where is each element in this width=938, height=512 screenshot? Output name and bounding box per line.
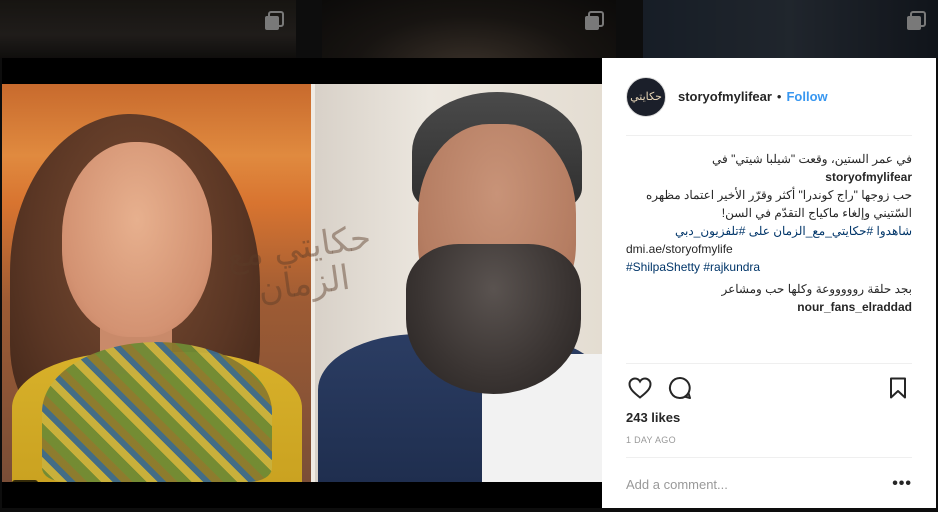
caption-line: حب زوجها "راج كوندرا" أكثر وقرّر الأخير … [646,188,912,202]
add-comment-row: ••• [626,458,912,510]
grid-post-thumbnail[interactable] [643,0,938,58]
post-caption: في عمر الستين، وقعت "شيلبا شيتي" في stor… [626,150,912,276]
post-image[interactable]: حكايتي مع الزمان [2,84,602,482]
caption-line: السّتيني وإلغاء ماكياج التقدّم في السن! [721,206,912,220]
comment-icon [668,376,691,399]
avatar-logo-text: حكايتي [630,90,662,103]
add-comment-input[interactable] [626,476,888,492]
man-beard [406,244,581,394]
comments-section: في عمر الستين، وقعت "شيلبا شيتي" في stor… [626,136,912,364]
multiple-posts-icon [585,11,604,30]
instagram-post-viewer: حكايتي مع الزمان حكايتي storyofmylifear … [0,0,938,512]
comment-text: بجد حلقة روووووعة وكلها حب ومشاعر [721,282,912,296]
avatar[interactable]: حكايتي [626,76,666,117]
multiple-posts-icon [907,11,926,30]
post-date[interactable]: 1 DAY AGO [626,435,912,458]
comment-button[interactable] [666,374,694,402]
caption-hashtags[interactable]: #ShilpaShetty #rajkundra [626,258,912,276]
woman-face [62,142,212,337]
caption-link[interactable]: dmi.ae/storyofmylife [626,240,912,258]
likes-count[interactable]: 243 likes [626,410,912,425]
grid-post-thumbnail[interactable] [322,0,616,58]
caption-hashtag-line[interactable]: شاهدوا #حكايتي_مع_الزمان على #تلفزيون_دب… [626,222,912,240]
post-sidebar: حكايتي storyofmylifear • Follow في عمر ا… [602,58,936,508]
caption-username[interactable]: storyofmylifear [825,170,912,184]
bookmark-icon [890,377,906,399]
caption-text: في عمر الستين، وقعت "شيلبا شيتي" في [712,152,912,166]
more-options-button[interactable]: ••• [888,475,912,493]
post-header: حكايتي storyofmylifear • Follow [626,58,912,136]
grid-post-thumbnail[interactable] [0,0,296,58]
save-button[interactable] [884,374,912,402]
multiple-posts-icon [265,11,284,30]
post-media[interactable]: حكايتي مع الزمان [2,58,602,508]
header-separator: • [776,89,782,104]
like-button[interactable] [626,374,654,402]
action-bar [626,366,912,410]
comment: بجد حلقة روووووعة وكلها حب ومشاعر nour_f… [626,280,912,316]
username-link[interactable]: storyofmylifear [678,89,772,104]
heart-icon [628,377,652,399]
woman-scarf [42,342,272,482]
caption-line: في عمر الستين، وقعت "شيلبا شيتي" في stor… [626,150,912,186]
comment-username[interactable]: nour_fans_elraddad [797,300,912,314]
post-modal: حكايتي مع الزمان حكايتي storyofmylifear … [2,58,936,508]
follow-button[interactable]: Follow [786,89,827,104]
watermark-logo: حكايتي مع الزمان [224,217,374,311]
user-tag-button[interactable] [12,480,38,482]
